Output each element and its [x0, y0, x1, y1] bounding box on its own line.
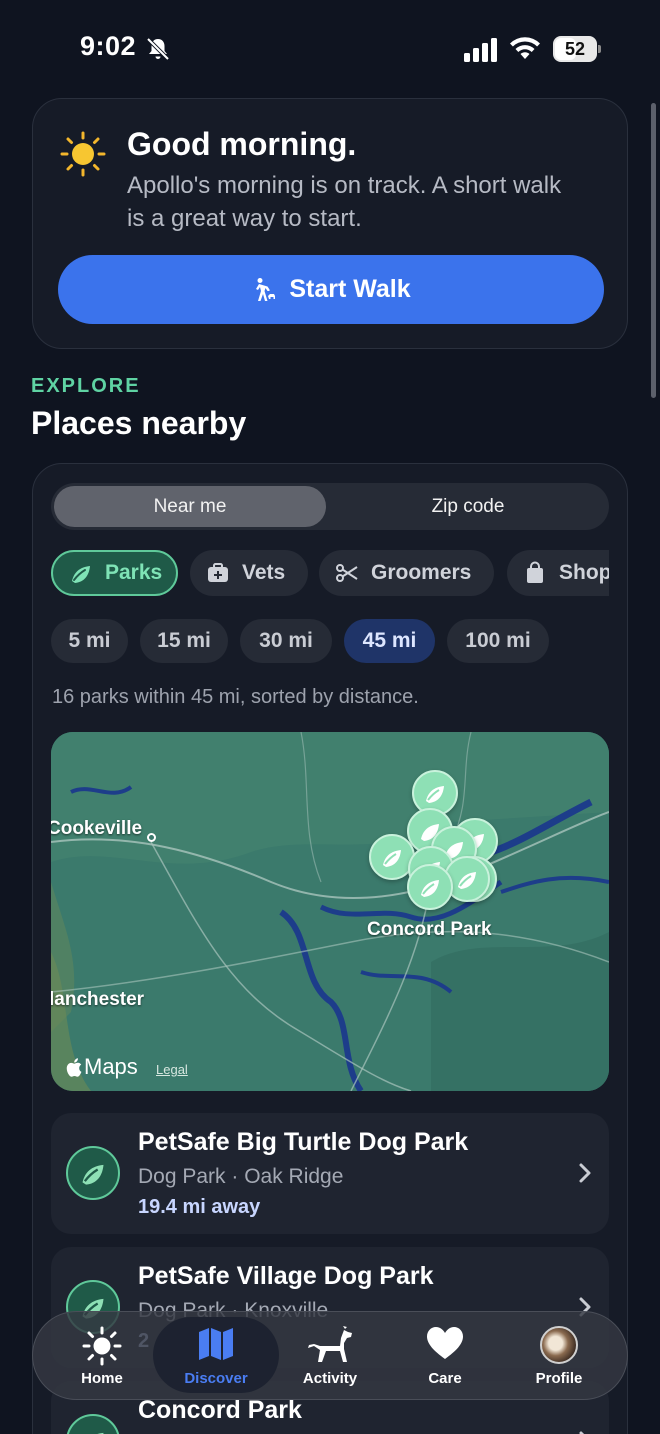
tab-home[interactable]: Home [42, 1312, 162, 1398]
shopping-bag-icon [527, 561, 543, 583]
greeting-title: Good morning. [127, 126, 357, 162]
tab-label: Activity [302, 1370, 358, 1387]
section-title: Places nearby [31, 405, 247, 441]
segment-zip-code[interactable]: Zip code [330, 486, 606, 527]
sun-icon [60, 131, 106, 177]
wifi-icon [510, 37, 540, 59]
distance-chip-45[interactable]: 45 mi [344, 619, 435, 663]
medical-bag-icon [208, 563, 228, 582]
apple-maps-logo: Maps [66, 1054, 138, 1080]
distance-chip-5[interactable]: 5 mi [51, 619, 128, 663]
tab-activity[interactable]: Activity [270, 1312, 390, 1398]
start-walk-label: Start Walk [289, 275, 411, 303]
category-chip-groomers[interactable]: Groomers [319, 550, 494, 596]
scroll-indicator[interactable] [651, 103, 656, 398]
map-pin-park[interactable] [407, 864, 453, 910]
tab-label: Care [428, 1370, 462, 1387]
battery-level: 52 [564, 39, 586, 59]
park-name: Concord Park [138, 1396, 302, 1424]
category-chip-parks[interactable]: Parks [51, 550, 178, 596]
tab-bar: Home Discover Activity Care Profile [32, 1311, 628, 1400]
map-label-manchester: lanchester [51, 989, 145, 1010]
category-chip-shop[interactable]: Shop [507, 550, 609, 596]
chevron-right-icon [579, 1431, 585, 1434]
greeting-card: Good morning. Apollo's morning is on tra… [32, 98, 628, 349]
map-legal-link[interactable]: Legal [156, 1062, 188, 1077]
section-eyebrow: EXPLORE [31, 375, 141, 397]
status-time: 9:02 [80, 31, 137, 61]
leaf-icon [97, 1432, 104, 1434]
person-walking-dog-icon [256, 277, 276, 301]
leaf-icon [82, 1164, 104, 1185]
bell-slash-icon [146, 37, 170, 61]
category-chips: Parks Vets Groomers Shop [51, 550, 609, 598]
tab-discover[interactable]: Discover [153, 1317, 279, 1393]
leaf-icon [383, 850, 401, 867]
tab-care[interactable]: Care [385, 1312, 505, 1398]
category-chip-label: Groomers [371, 561, 472, 584]
park-leaf-badge [66, 1414, 120, 1434]
location-mode-segmented-control: Near me Zip code [51, 483, 609, 530]
dog-icon [308, 1326, 352, 1362]
map-terrain [51, 732, 609, 1091]
park-name: PetSafe Village Dog Park [138, 1262, 434, 1290]
cellular-signal-icon [464, 38, 497, 62]
park-meta: Dog Park · Oak Ridge [138, 1165, 344, 1188]
category-chip-label: Shop [559, 561, 609, 584]
leaf-icon [426, 786, 444, 803]
city-dot [147, 833, 156, 842]
category-chip-label: Parks [105, 561, 163, 584]
distance-chips: 5 mi 15 mi 30 mi 45 mi 100 mi [51, 619, 609, 664]
tab-label: Home [81, 1370, 123, 1387]
park-leaf-badge [66, 1146, 120, 1200]
map-label-concord-park: Concord Park [367, 919, 492, 940]
category-chip-label: Vets [242, 561, 286, 584]
distance-chip-15[interactable]: 15 mi [140, 619, 228, 663]
distance-chip-100[interactable]: 100 mi [447, 619, 549, 663]
parks-map[interactable]: Cookeville Concord Park lanchester Maps … [51, 732, 609, 1091]
distance-chip-30[interactable]: 30 mi [240, 619, 332, 663]
park-name: PetSafe Big Turtle Dog Park [138, 1128, 469, 1156]
battery-indicator: 52 [553, 36, 601, 62]
scissors-icon [336, 564, 358, 582]
apple-logo-icon [66, 1057, 82, 1077]
leaf-icon [72, 566, 90, 583]
category-chip-vets[interactable]: Vets [190, 550, 308, 596]
segment-near-me[interactable]: Near me [54, 486, 326, 527]
places-card: Near me Zip code Parks Vets Groomers Sho… [32, 463, 628, 1434]
chevron-right-icon [579, 1163, 591, 1183]
leaf-icon [421, 880, 439, 897]
map-icon [199, 1328, 233, 1360]
start-walk-button[interactable]: Start Walk [58, 255, 604, 324]
avatar [540, 1326, 578, 1364]
tab-label: Profile [535, 1370, 583, 1387]
park-distance: 19.4 mi away [138, 1196, 261, 1218]
maps-brand: Maps [84, 1054, 138, 1079]
map-label-cookeville: Cookeville [51, 818, 143, 839]
leaf-icon [458, 872, 476, 889]
sun-icon [82, 1326, 122, 1366]
park-list-item[interactable]: PetSafe Big Turtle Dog Park Dog Park · O… [51, 1113, 609, 1234]
tab-profile[interactable]: Profile [499, 1312, 619, 1398]
greeting-subtitle: Apollo's morning is on track. A short wa… [127, 172, 562, 232]
heart-icon [427, 1327, 463, 1359]
results-summary: 16 parks within 45 mi, sorted by distanc… [52, 686, 419, 708]
status-bar: 9:02 52 [0, 0, 660, 96]
tab-label: Discover [184, 1370, 248, 1387]
